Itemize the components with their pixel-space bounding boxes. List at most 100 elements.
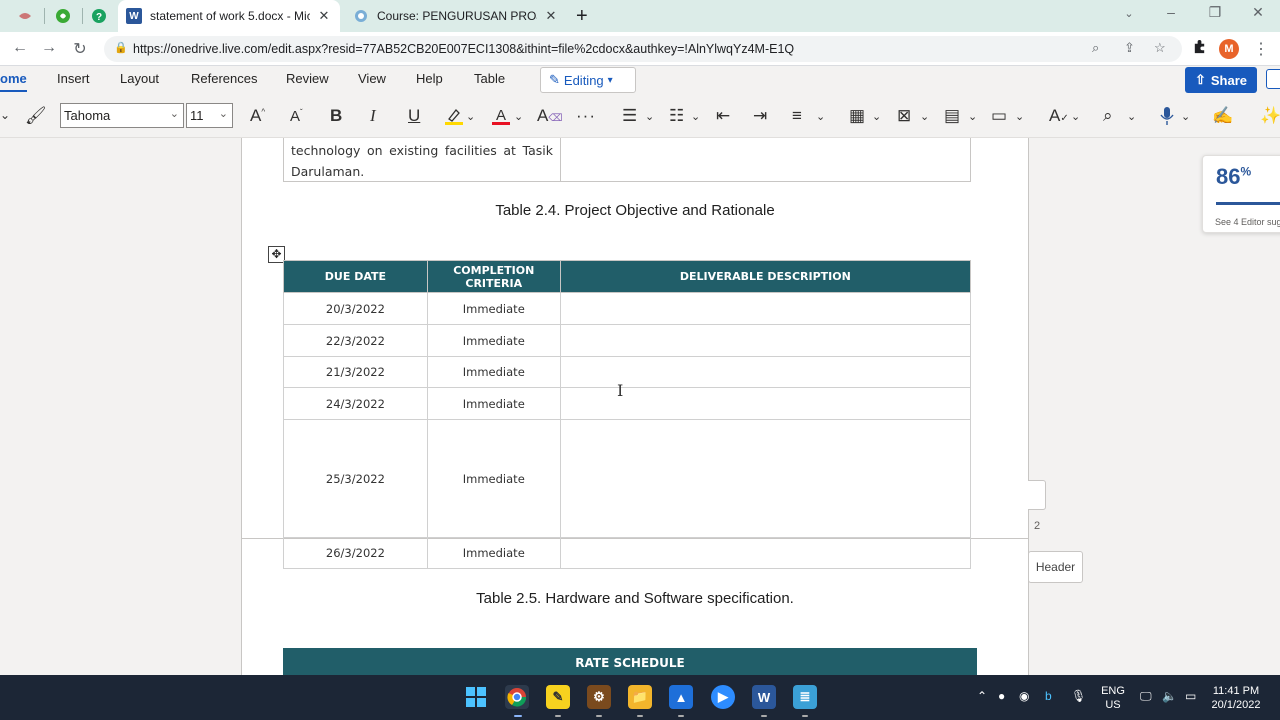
pinned-tab-icon[interactable] <box>52 6 74 26</box>
font-color-icon[interactable]: A <box>491 106 511 131</box>
share-button[interactable]: ⇧ Share <box>1185 67 1257 93</box>
forward-icon[interactable]: → <box>39 39 59 57</box>
due-date-cell[interactable]: 26/3/2022 <box>283 537 428 569</box>
notepad-icon[interactable]: ≣ <box>793 685 817 709</box>
tab-layout[interactable]: Layout <box>120 71 159 86</box>
column-header-deliverable-description[interactable]: DELIVERABLE DESCRIPTION <box>559 260 972 293</box>
find-icon[interactable]: ⌕ <box>1103 106 1113 126</box>
tray-chevron-up-icon[interactable]: ⌃ <box>977 689 987 703</box>
volume-icon[interactable]: 🔈 <box>1162 689 1177 703</box>
table-styles-icon[interactable]: ▤ <box>944 106 960 126</box>
due-date-cell[interactable]: 24/3/2022 <box>283 387 428 420</box>
bookmark-star-icon[interactable]: ☆ <box>1154 40 1166 56</box>
reload-icon[interactable]: ↻ <box>70 39 90 59</box>
cell-shading-icon[interactable]: ▭ <box>991 106 1007 126</box>
chevron-down-icon[interactable]: ⌄ <box>816 110 825 123</box>
tab-table[interactable]: Table <box>474 71 505 86</box>
rate-schedule-header[interactable]: RATE SCHEDULE <box>283 648 977 675</box>
close-tab-icon[interactable]: ✕ <box>316 8 332 24</box>
extensions-icon[interactable] <box>1189 39 1209 59</box>
chevron-down-icon[interactable]: ⌄ <box>645 110 654 123</box>
decrease-indent-icon[interactable]: ⇤ <box>716 106 730 126</box>
delete-table-icon[interactable]: ⊠ <box>897 106 911 126</box>
tab-view[interactable]: View <box>358 71 386 86</box>
align-icon[interactable]: ≡ <box>792 106 802 126</box>
column-header-completion-criteria[interactable]: COMPLETION CRITERIA <box>426 260 561 293</box>
criteria-cell[interactable]: Immediate <box>426 356 561 388</box>
chevron-down-icon[interactable]: ⌄ <box>1015 110 1024 123</box>
description-cell[interactable] <box>559 537 972 569</box>
url-input[interactable]: 🔒 https://onedrive.live.com/edit.aspx?re… <box>104 36 1182 62</box>
criteria-cell[interactable]: Immediate <box>426 324 561 357</box>
chevron-down-icon[interactable]: ⌄ <box>1071 110 1080 123</box>
chevron-down-icon[interactable]: ⌄ <box>514 110 523 123</box>
due-date-cell[interactable]: 21/3/2022 <box>283 356 428 388</box>
format-painter-icon[interactable]: 🖌 <box>25 106 47 126</box>
chrome-icon[interactable] <box>505 685 529 709</box>
font-size-select[interactable]: 11 ⌄ <box>186 103 233 128</box>
tab-course[interactable]: Course: PENGURUSAN PROJEK P ✕ <box>345 0 567 32</box>
due-date-cell[interactable]: 22/3/2022 <box>283 324 428 357</box>
more-options-icon[interactable]: ··· <box>576 106 596 126</box>
comments-button[interactable] <box>1266 69 1280 89</box>
underline-icon[interactable]: U <box>408 106 420 126</box>
description-cell[interactable] <box>559 419 972 538</box>
minimize-icon[interactable]: – <box>1161 4 1181 20</box>
tray-microphone-icon[interactable]: 🎙 <box>1071 689 1086 703</box>
start-windows-icon[interactable] <box>464 685 488 709</box>
share-page-icon[interactable]: ⇪ <box>1124 40 1135 56</box>
clock[interactable]: 11:41 PM 20/1/2022 <box>1210 684 1262 712</box>
designer-icon[interactable]: ✨ <box>1260 106 1280 126</box>
zoom-icon[interactable]: ⌕ <box>1092 40 1099 56</box>
due-date-cell[interactable]: 25/3/2022 <box>283 419 428 538</box>
chevron-down-icon[interactable]: ⌄ <box>968 110 977 123</box>
font-name-select[interactable]: Tahoma ⌄ <box>60 103 184 128</box>
dictate-icon[interactable] <box>1160 106 1174 131</box>
menu-kebab-icon[interactable]: ⋮ <box>1251 39 1271 59</box>
grow-font-icon[interactable]: A^ <box>250 106 265 126</box>
clipboard-chevron-icon[interactable]: ⌄ <box>0 108 10 122</box>
tab-help[interactable]: Help <box>416 71 443 86</box>
back-icon[interactable]: ← <box>10 39 30 57</box>
battery-icon[interactable]: ▭ <box>1185 689 1196 703</box>
clear-formatting-icon[interactable]: A⌫ <box>537 106 562 126</box>
criteria-cell[interactable]: Immediate <box>426 419 561 538</box>
italic-icon[interactable]: I <box>370 106 376 126</box>
tray-app-icon[interactable]: ◉ <box>1019 689 1029 703</box>
description-cell[interactable] <box>559 292 972 325</box>
column-header-due-date[interactable]: DUE DATE <box>283 260 428 293</box>
increase-indent-icon[interactable]: ⇥ <box>753 106 767 126</box>
insert-table-icon[interactable]: ▦ <box>849 106 865 126</box>
styles-icon[interactable]: A✓ <box>1049 106 1069 126</box>
restore-icon[interactable]: ❐ <box>1205 4 1225 21</box>
editor-score-card[interactable]: 86% See 4 Editor sug <box>1202 155 1280 233</box>
tab-review[interactable]: Review <box>286 71 329 86</box>
tab-insert[interactable]: Insert <box>57 71 90 86</box>
criteria-cell[interactable]: Immediate <box>426 292 561 325</box>
page-side-tab[interactable] <box>1028 480 1046 510</box>
tray-chrome-icon[interactable]: ● <box>998 689 1005 703</box>
zoom-app-icon[interactable]: ▶ <box>711 685 735 709</box>
chevron-down-icon[interactable]: ⌄ <box>691 110 700 123</box>
word-app-icon[interactable]: W <box>752 685 776 709</box>
tab-statement-of-work[interactable]: W statement of work 5.docx - Micro ✕ <box>118 0 340 32</box>
close-tab-icon[interactable]: ✕ <box>543 8 559 24</box>
sticky-notes-icon[interactable]: ✎ <box>546 685 570 709</box>
tray-bing-icon[interactable]: b <box>1045 689 1052 703</box>
numbering-icon[interactable]: ☷ <box>669 106 684 126</box>
criteria-cell[interactable]: Immediate <box>426 387 561 420</box>
pinned-tab-icon[interactable] <box>14 6 36 26</box>
tab-home[interactable]: ome <box>0 71 27 92</box>
chevron-down-icon[interactable]: ⌄ <box>872 110 881 123</box>
language-indicator[interactable]: ENG US <box>1098 684 1128 712</box>
tab-references[interactable]: References <box>191 71 257 86</box>
new-tab-button[interactable]: + <box>576 5 588 28</box>
due-date-cell[interactable]: 20/3/2022 <box>283 292 428 325</box>
shrink-font-icon[interactable]: Aˇ <box>290 108 303 125</box>
chevron-down-icon[interactable]: ⌄ <box>1127 110 1136 123</box>
description-cell[interactable] <box>559 324 972 357</box>
criteria-cell[interactable]: Immediate <box>426 537 561 569</box>
chevron-down-icon[interactable]: ⌄ <box>1181 110 1190 123</box>
chevron-down-icon[interactable]: ⌄ <box>466 110 475 123</box>
photos-icon[interactable]: ▲ <box>669 685 693 709</box>
